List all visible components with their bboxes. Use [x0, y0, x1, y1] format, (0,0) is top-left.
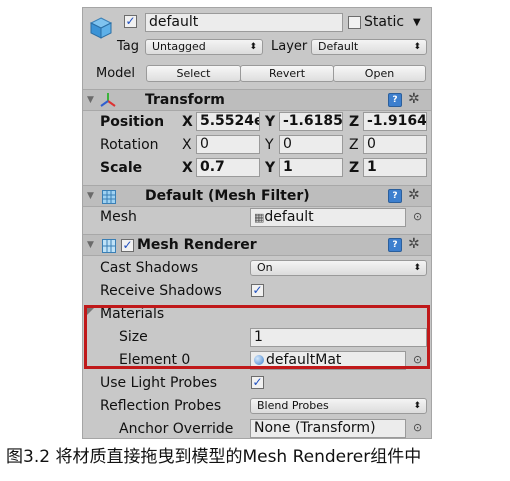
layer-label: Layer: [271, 39, 308, 54]
anchor-override-label: Anchor Override: [119, 421, 234, 437]
anchor-override-field[interactable]: None (Transform): [250, 419, 406, 438]
object-picker-icon[interactable]: ⊙: [413, 421, 422, 434]
gear-icon[interactable]: ✲: [408, 92, 420, 106]
dropdown-arrow-icon: ⬍: [249, 42, 257, 52]
dropdown-arrow-icon: ⬍: [413, 42, 421, 52]
mesh-renderer-enabled-checkbox[interactable]: ✓: [121, 239, 134, 252]
gameobject-name-input[interactable]: default: [145, 13, 343, 32]
figure-caption: 图3.2 将材质直接拖曳到模型的Mesh Renderer组件中: [6, 447, 422, 467]
position-x-field[interactable]: 5.5524e: [196, 112, 260, 131]
foldout-arrow-icon[interactable]: ▼: [87, 240, 94, 250]
transform-position-label: Position: [100, 114, 165, 130]
x-axis-label: X: [182, 160, 193, 176]
mesh-renderer-title: Mesh Renderer: [137, 237, 257, 253]
mesh-renderer-header[interactable]: ▼ ✓ Mesh Renderer ? ✲: [83, 234, 431, 256]
dropdown-arrow-icon: ⬍: [413, 263, 421, 273]
transform-scale-label: Scale: [100, 160, 143, 176]
model-open-button[interactable]: Open: [333, 65, 426, 82]
help-book-icon[interactable]: ?: [388, 238, 402, 252]
mesh-filter-header[interactable]: ▼ Default (Mesh Filter) ? ✲: [83, 185, 431, 207]
tag-label: Tag: [117, 39, 140, 54]
mesh-grid-icon: ▦: [254, 211, 265, 224]
layer-dropdown[interactable]: Default ⬍: [311, 39, 427, 55]
static-dropdown-arrow-icon[interactable]: ▼: [413, 17, 421, 28]
cast-shadows-value: On: [257, 261, 273, 274]
mesh-filter-title: Default (Mesh Filter): [145, 188, 310, 204]
mesh-label: Mesh: [100, 209, 137, 225]
x-axis-label: X: [182, 114, 193, 130]
reflection-probes-label: Reflection Probes: [100, 398, 222, 414]
tag-value: Untagged: [152, 40, 206, 53]
rotation-x-field[interactable]: 0: [196, 135, 260, 154]
model-revert-button[interactable]: Revert: [240, 65, 334, 82]
y-axis-label: Y: [265, 137, 274, 153]
help-book-icon[interactable]: ?: [388, 93, 402, 107]
transform-header[interactable]: ▼ Transform ? ✲: [83, 89, 431, 111]
light-probes-checkbox[interactable]: ✓: [251, 376, 264, 389]
active-checkbox[interactable]: ✓: [124, 15, 137, 28]
dropdown-arrow-icon: ⬍: [413, 401, 421, 411]
mesh-filter-grid-icon: [102, 189, 116, 204]
mesh-object-field[interactable]: ▦default: [250, 208, 406, 227]
z-axis-label: Z: [349, 137, 359, 153]
scale-x-field[interactable]: 0.7: [196, 158, 260, 177]
layer-value: Default: [318, 40, 359, 53]
z-axis-label: Z: [349, 160, 360, 176]
model-label: Model: [96, 66, 136, 81]
transform-rotation-label: Rotation: [100, 137, 159, 153]
foldout-arrow-icon[interactable]: ▼: [87, 191, 94, 201]
tag-dropdown[interactable]: Untagged ⬍: [145, 39, 263, 55]
z-axis-label: Z: [349, 114, 360, 130]
y-axis-label: Y: [265, 160, 276, 176]
transform-title: Transform: [145, 92, 225, 108]
light-probes-label: Use Light Probes: [100, 375, 217, 391]
receive-shadows-label: Receive Shadows: [100, 283, 222, 299]
receive-shadows-checkbox[interactable]: ✓: [251, 284, 264, 297]
cast-shadows-dropdown[interactable]: On ⬍: [250, 260, 427, 276]
reflection-probes-dropdown[interactable]: Blend Probes ⬍: [250, 398, 427, 414]
help-book-icon[interactable]: ?: [388, 189, 402, 203]
reflection-probes-value: Blend Probes: [257, 399, 329, 412]
model-select-button[interactable]: Select: [146, 65, 241, 82]
scale-z-field[interactable]: 1: [363, 158, 427, 177]
position-z-field[interactable]: -1.9164: [363, 112, 427, 131]
rotation-y-field[interactable]: 0: [279, 135, 343, 154]
object-picker-icon[interactable]: ⊙: [413, 210, 422, 223]
y-axis-label: Y: [265, 114, 276, 130]
cast-shadows-label: Cast Shadows: [100, 260, 199, 276]
static-checkbox[interactable]: [348, 16, 361, 29]
materials-highlight-box: [84, 305, 430, 369]
position-y-field[interactable]: -1.6185: [279, 112, 343, 131]
mesh-renderer-icon: [102, 238, 116, 253]
transform-axes-icon: [100, 92, 116, 108]
gear-icon[interactable]: ✲: [408, 237, 420, 251]
gear-icon[interactable]: ✲: [408, 188, 420, 202]
foldout-arrow-icon[interactable]: ▼: [87, 95, 94, 105]
mesh-value: default: [264, 209, 314, 225]
static-label: Static: [364, 14, 405, 30]
rotation-z-field[interactable]: 0: [363, 135, 427, 154]
scale-y-field[interactable]: 1: [279, 158, 343, 177]
inspector-panel: ✓ default Static ▼ Tag Untagged ⬍ Layer D…: [82, 7, 432, 439]
gameobject-cube-icon: [89, 16, 113, 40]
x-axis-label: X: [182, 137, 192, 153]
